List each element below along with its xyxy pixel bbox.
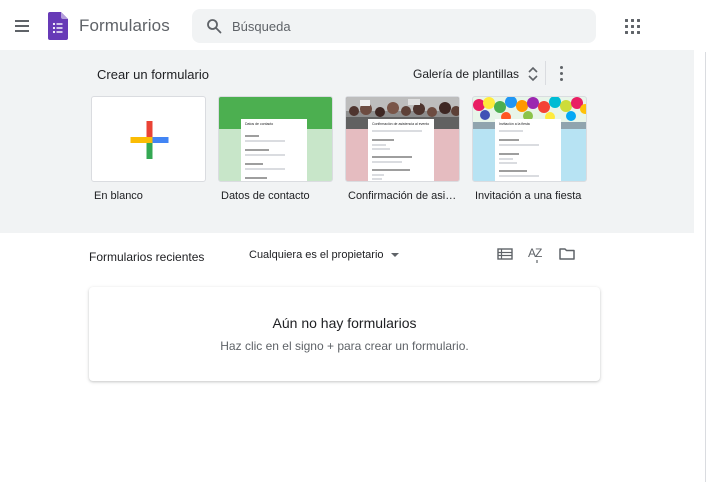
sort-arrow-icon bbox=[536, 260, 538, 263]
search-icon[interactable] bbox=[206, 18, 222, 34]
mini-form-title: Confirmación de asistencia al evento bbox=[372, 122, 430, 126]
mini-form-line bbox=[245, 163, 263, 165]
menu-icon-bar bbox=[15, 25, 29, 27]
mini-form-title: Invitación a la fiesta bbox=[499, 122, 530, 126]
template-party-mini-form: Invitación a la fiesta bbox=[495, 119, 561, 181]
template-rsvp-thumbnail[interactable]: Confirmación de asistencia al evento bbox=[345, 96, 460, 182]
search-bar[interactable] bbox=[192, 9, 596, 43]
template-rsvp-label: Confirmación de asistencia al evento bbox=[348, 190, 460, 202]
mini-form-title: Datos de contacto bbox=[245, 122, 274, 126]
template-contact-label: Datos de contacto bbox=[221, 190, 310, 202]
mini-form-line bbox=[245, 177, 267, 179]
mini-form-line bbox=[499, 153, 519, 155]
forms-logo-icon[interactable] bbox=[48, 12, 68, 40]
template-party-thumbnail[interactable]: Invitación a la fiesta bbox=[472, 96, 587, 182]
app-header: Formularios bbox=[0, 0, 706, 52]
template-event-rsvp[interactable]: Confirmación de asistencia al evento Con… bbox=[345, 96, 460, 202]
mini-form-line bbox=[499, 158, 513, 160]
list-view-icon[interactable] bbox=[496, 245, 514, 263]
template-gallery-label: Galería de plantillas bbox=[413, 67, 520, 81]
template-gallery-button[interactable]: Galería de plantillas bbox=[413, 63, 539, 85]
empty-state-card: Aún no hay formularios Haz clic en el si… bbox=[89, 287, 600, 381]
mini-form-line bbox=[372, 178, 382, 180]
template-gallery-section: Crear un formulario Galería de plantilla… bbox=[0, 50, 694, 233]
mini-form-line bbox=[372, 148, 390, 150]
mini-form-line bbox=[372, 169, 410, 171]
mini-form-line bbox=[499, 170, 527, 172]
template-rsvp-mini-form: Confirmación de asistencia al evento bbox=[368, 119, 434, 181]
mini-form-line bbox=[499, 175, 539, 177]
mini-form-line bbox=[372, 156, 412, 158]
mini-form-line bbox=[245, 140, 285, 142]
empty-state-title: Aún no hay formularios bbox=[272, 315, 417, 331]
template-blank-label: En blanco bbox=[94, 190, 143, 202]
mini-form-line bbox=[372, 161, 402, 163]
mini-form-line bbox=[499, 139, 519, 141]
mini-form-line bbox=[372, 139, 394, 141]
mini-form-line bbox=[499, 144, 539, 146]
template-contact-info[interactable]: Datos de contacto Datos de contacto bbox=[218, 96, 333, 202]
sort-az-icon[interactable]: AZ bbox=[527, 245, 547, 263]
mini-form-line bbox=[245, 135, 259, 137]
app-title[interactable]: Formularios bbox=[79, 16, 170, 36]
template-blank[interactable]: En blanco bbox=[91, 96, 206, 202]
mini-form-line bbox=[499, 162, 517, 164]
mini-form-line bbox=[245, 149, 269, 151]
empty-state-subtitle: Haz clic en el signo + para crear un for… bbox=[220, 339, 469, 353]
folder-icon[interactable] bbox=[558, 245, 576, 263]
mini-form-line bbox=[245, 168, 285, 170]
template-contact-mini-form: Datos de contacto bbox=[241, 119, 307, 181]
unfold-more-icon bbox=[528, 66, 538, 82]
dropdown-arrow-icon bbox=[390, 253, 399, 257]
owner-filter-label: Cualquiera es el propietario bbox=[249, 249, 384, 261]
template-party-label: Invitación a una fiesta bbox=[475, 190, 582, 202]
mini-form-line bbox=[372, 130, 422, 132]
owner-filter-dropdown[interactable]: Cualquiera es el propietario bbox=[249, 247, 399, 263]
create-form-heading: Crear un formulario bbox=[97, 67, 209, 82]
mini-form-line bbox=[499, 130, 523, 132]
mini-form-line bbox=[372, 144, 386, 146]
toolbar-divider bbox=[545, 61, 546, 85]
more-options-icon[interactable] bbox=[557, 65, 567, 81]
template-party-invite[interactable]: Invitación a la fiesta Invitación a una … bbox=[472, 96, 587, 202]
menu-icon-bar bbox=[15, 20, 29, 22]
mini-form-line bbox=[372, 174, 384, 176]
plus-icon bbox=[130, 121, 169, 159]
template-contact-thumbnail[interactable]: Datos de contacto bbox=[218, 96, 333, 182]
menu-icon-bar bbox=[15, 30, 29, 32]
google-apps-icon[interactable] bbox=[625, 19, 641, 35]
search-input[interactable] bbox=[232, 9, 582, 43]
main-menu-button[interactable] bbox=[12, 16, 32, 36]
template-blank-thumbnail[interactable] bbox=[91, 96, 206, 182]
mini-form-line bbox=[245, 154, 285, 156]
recent-forms-heading: Formularios recientes bbox=[89, 250, 205, 264]
